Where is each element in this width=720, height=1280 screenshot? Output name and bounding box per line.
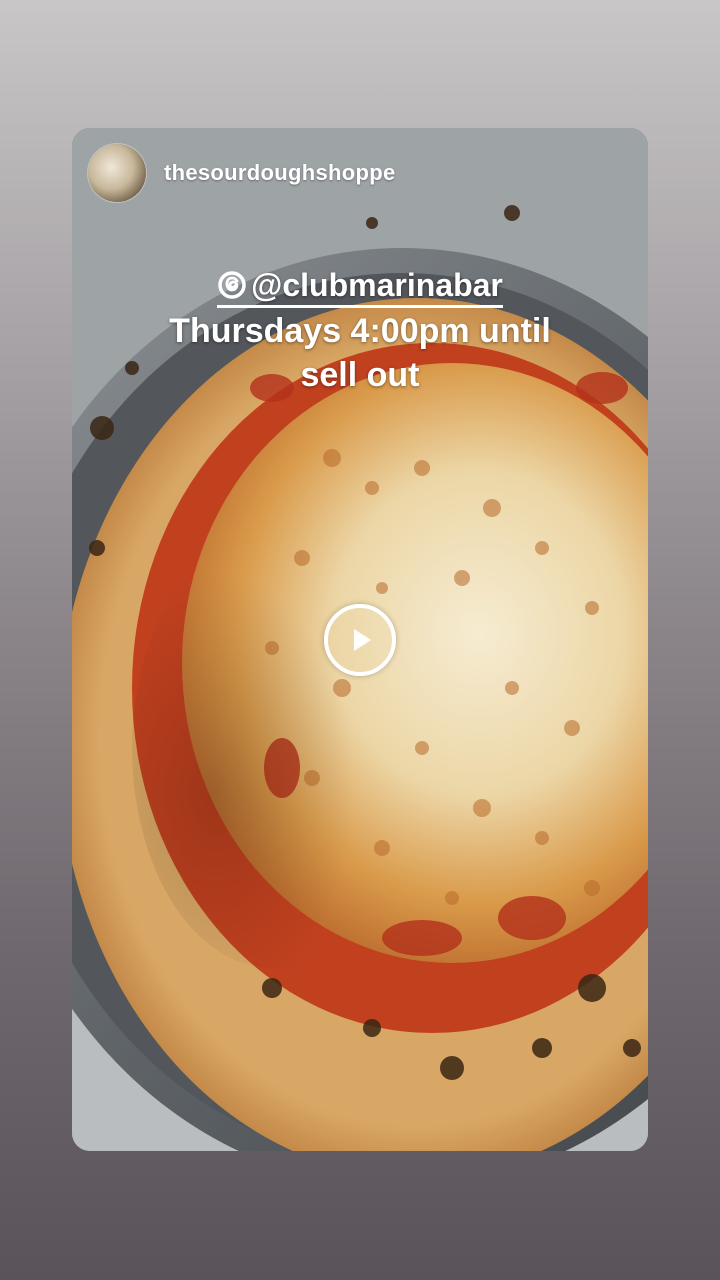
story-card[interactable]: thesourdoughshoppe @clubmarinabar Thursd… [72, 128, 648, 1151]
story-header: thesourdoughshoppe [88, 144, 396, 202]
play-button[interactable] [324, 604, 396, 676]
play-icon [354, 629, 371, 651]
mention-sticker[interactable]: @clubmarinabar [217, 266, 503, 308]
caption-line-1: Thursdays 4:00pm until [169, 312, 551, 350]
mention-text: @clubmarinabar [251, 267, 503, 303]
profile-avatar[interactable] [88, 144, 146, 202]
caption-line-2: sell out [300, 356, 420, 394]
username[interactable]: thesourdoughshoppe [164, 160, 396, 186]
threads-icon [218, 271, 246, 299]
story-caption: @clubmarinabar Thursdays 4:00pm until se… [72, 266, 648, 396]
